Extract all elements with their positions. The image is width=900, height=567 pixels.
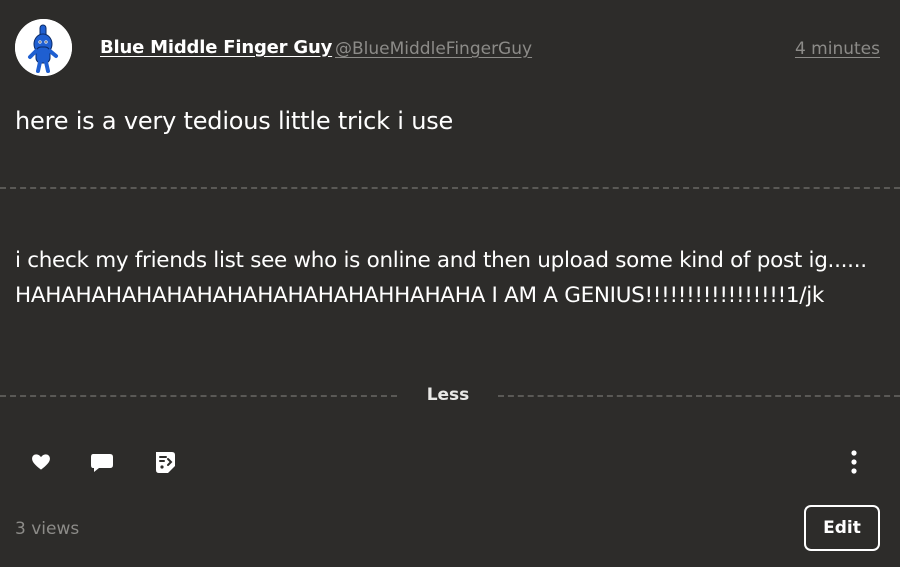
divider xyxy=(0,395,397,397)
author-name-link[interactable]: Blue Middle Finger Guy xyxy=(100,37,332,58)
post-card: Blue Middle Finger Guy @BlueMiddleFinger… xyxy=(0,0,900,567)
like-button[interactable] xyxy=(28,449,54,475)
speech-bubble-icon xyxy=(91,454,113,472)
blue-figure-avatar-icon xyxy=(15,19,72,76)
remix-icon xyxy=(156,452,175,473)
post-timestamp-link[interactable]: 4 minutes xyxy=(795,39,880,59)
post-title: here is a very tedious little trick i us… xyxy=(15,107,454,135)
heart-icon xyxy=(32,454,50,470)
author-handle-link[interactable]: @BlueMiddleFingerGuy xyxy=(335,39,532,59)
remix-button[interactable] xyxy=(151,449,177,475)
collapse-row: Less xyxy=(0,385,900,407)
more-options-button[interactable] xyxy=(841,449,867,475)
post-body: i check my friends list see who is onlin… xyxy=(15,248,867,308)
more-vertical-icon xyxy=(851,450,857,474)
less-toggle-button[interactable]: Less xyxy=(410,385,486,405)
reply-button[interactable] xyxy=(89,449,115,475)
view-count: 3 views xyxy=(15,519,80,539)
divider xyxy=(0,187,900,189)
avatar[interactable] xyxy=(15,19,72,76)
edit-button[interactable]: Edit xyxy=(804,505,880,551)
divider xyxy=(498,395,900,397)
